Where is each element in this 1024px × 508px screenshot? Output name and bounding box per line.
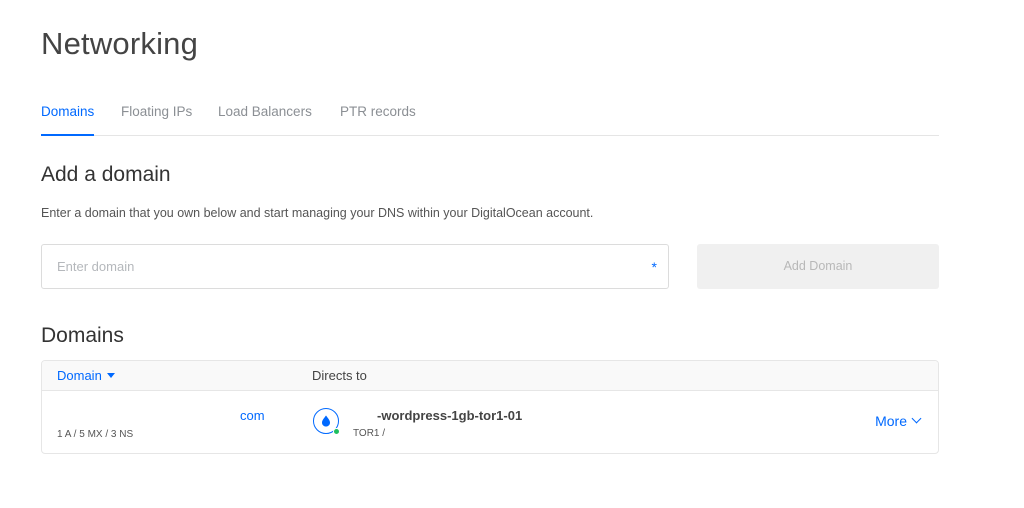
directs-to-column-label: Directs to (312, 368, 367, 383)
table-row: com 1 A / 5 MX / 3 NS -wordpress-1gb-tor… (42, 391, 938, 453)
add-domain-button[interactable]: Add Domain (697, 244, 939, 289)
required-marker: * (651, 259, 657, 275)
domains-title: Domains (41, 324, 124, 347)
domains-table: Domain Directs to com 1 A / 5 MX / 3 NS … (41, 360, 939, 454)
domain-column-sort[interactable]: Domain (57, 368, 115, 383)
table-header: Domain Directs to (42, 361, 938, 391)
more-menu-button[interactable]: More (875, 413, 922, 429)
networking-tabs: Domains Floating IPs Load Balancers PTR … (41, 103, 939, 136)
caret-down-icon (106, 373, 115, 378)
droplet-region: TOR1 / (353, 428, 386, 439)
domain-name-link[interactable]: com (240, 408, 265, 423)
tab-load-balancers[interactable]: Load Balancers (218, 103, 312, 136)
tab-domains[interactable]: Domains (41, 103, 95, 136)
add-domain-helper-text: Enter a domain that you own below and st… (41, 206, 594, 220)
domain-input[interactable] (42, 245, 668, 288)
droplet-name[interactable]: -wordpress-1gb-tor1-01 (377, 408, 522, 423)
more-label: More (875, 413, 907, 429)
add-domain-title: Add a domain (41, 163, 171, 186)
tab-floating-ips[interactable]: Floating IPs (121, 103, 192, 136)
domain-column-label: Domain (57, 368, 102, 383)
domain-input-container: * (41, 244, 669, 289)
chevron-down-icon (911, 413, 922, 424)
record-count: 1 A / 5 MX / 3 NS (57, 429, 134, 440)
droplet-icon (313, 408, 340, 435)
status-online-dot (333, 428, 340, 435)
water-drop-icon (322, 415, 330, 427)
page-title: Networking (41, 26, 199, 61)
tab-ptr-records[interactable]: PTR records (340, 103, 416, 136)
